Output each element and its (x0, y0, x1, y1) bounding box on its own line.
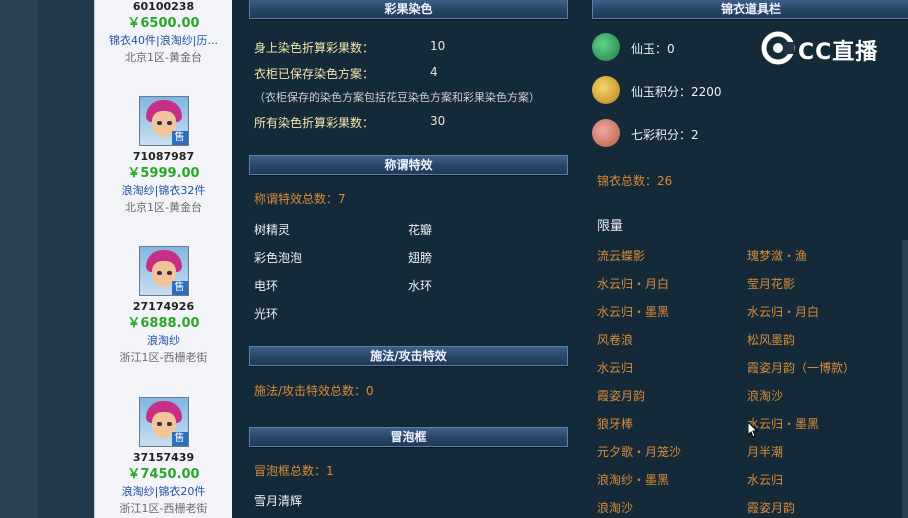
left-strip (38, 0, 94, 518)
jinyi-item: 水云归・月白 (597, 277, 670, 291)
character-avatar[interactable]: 售 (138, 397, 189, 447)
dye-note: （衣柜保存的染色方案包括花豆染色方案和彩果染色方案） (254, 91, 540, 104)
listing-item[interactable]: 售 71087987 ￥5999.00 浪淘纱|锦衣32件 北京1区-黄金台 (95, 96, 232, 216)
cc-live-logo-text: CC直播 (798, 40, 879, 65)
sale-badge: 售 (171, 281, 188, 295)
listing-item[interactable]: 60100238 ￥6500.00 锦衣40件|浪淘纱|历... 北京1区-黄金… (95, 0, 232, 66)
title-effects-total: 称谓特效总数：7 (254, 192, 346, 206)
section-header-dye: 彩果染色 (249, 0, 568, 19)
listing-desc[interactable]: 浪淘纱|锦衣32件 (95, 182, 232, 199)
listing-price: ￥6888.00 (127, 316, 200, 331)
qicai-points-icon (592, 119, 620, 147)
xianyu-icon (592, 33, 620, 61)
jinyi-item: 水云归 (747, 473, 784, 487)
xianyu-count: 仙玉：0 (631, 42, 675, 56)
title-effect-item: 花瓣 (408, 223, 433, 237)
jinyi-item: 浪淘沙 (597, 501, 634, 515)
listing-id: 27174926 (132, 300, 195, 313)
jinyi-item: 浪淘纱・墨黑 (597, 473, 670, 487)
jinyi-item: 浪淘沙 (747, 389, 784, 403)
title-effect-item: 电环 (254, 279, 279, 293)
xianyu-points-icon (592, 76, 620, 104)
listing-item[interactable]: 售 27174926 ￥6888.00 浪淘纱 浙江1区-西栅老街 (95, 246, 232, 366)
listing-price: ￥5999.00 (127, 166, 200, 181)
jinyi-item: 流云蝶影 (597, 249, 646, 263)
bubble-item: 雪月清辉 (254, 494, 303, 508)
dye-label: 所有染色折算彩果数： (254, 116, 375, 130)
jinyi-item: 霞姿月韵（一博款） (747, 361, 856, 375)
character-avatar[interactable]: 售 (138, 246, 189, 296)
spell-effects-total: 施法/攻击特效总数：0 (254, 384, 374, 398)
jinyi-item: 水云归・月白 (747, 305, 820, 319)
listing-price: ￥7450.00 (127, 467, 200, 482)
scrollbar[interactable] (902, 240, 908, 518)
listing-desc[interactable]: 浪淘纱|锦衣20件 (95, 483, 232, 500)
jinyi-item: 月半潮 (747, 445, 784, 459)
listing-id: 37157439 (132, 451, 195, 464)
jinyi-item: 元夕歌・月笼沙 (597, 445, 682, 459)
title-effect-item: 翅膀 (408, 251, 433, 265)
character-avatar[interactable]: 售 (138, 96, 189, 146)
title-effect-item: 彩色泡泡 (254, 251, 303, 265)
section-header-spell-effects: 施法/攻击特效 (249, 346, 568, 366)
listing-server: 北京1区-黄金台 (125, 51, 202, 64)
jinyi-item: 狼牙棒 (597, 417, 634, 431)
dye-label: 衣柜已保存染色方案： (254, 67, 375, 81)
listing-desc[interactable]: 浪淘纱 (95, 332, 232, 349)
jinyi-item: 霞姿月韵 (597, 389, 646, 403)
limited-label: 限量 (597, 219, 624, 234)
xianyu-points: 仙玉积分：2200 (631, 85, 722, 99)
dye-value: 4 (430, 65, 438, 79)
jinyi-total: 锦衣总数：26 (597, 174, 673, 188)
listing-panel: 60100238 ￥6500.00 锦衣40件|浪淘纱|历... 北京1区-黄金… (94, 0, 232, 518)
listing-id: 71087987 (132, 150, 195, 163)
listing-price: ￥6500.00 (127, 16, 200, 31)
title-effect-item: 树精灵 (254, 223, 291, 237)
section-header-bubble-frame: 冒泡框 (249, 427, 568, 447)
jinyi-item: 霞姿月韵 (747, 501, 796, 515)
jinyi-item: 瑰梦潋・渔 (747, 249, 808, 263)
dye-value: 30 (430, 114, 446, 128)
listing-desc[interactable]: 锦衣40件|浪淘纱|历... (95, 32, 232, 49)
jinyi-item: 松风墨韵 (747, 333, 796, 347)
title-effect-item: 水环 (408, 279, 433, 293)
dye-label: 身上染色折算彩果数： (254, 41, 375, 55)
jinyi-item: 水云归 (597, 361, 634, 375)
listing-id: 60100238 (132, 0, 195, 13)
sale-badge: 售 (171, 432, 188, 446)
jinyi-item: 莹月花影 (747, 277, 796, 291)
listing-server: 北京1区-黄金台 (125, 201, 202, 214)
jinyi-item: 水云归・墨黑 (597, 305, 670, 319)
sale-badge: 售 (171, 131, 188, 145)
cc-live-logo: CC直播 (760, 30, 890, 66)
dye-value: 10 (430, 39, 446, 53)
jinyi-item: 风卷浪 (597, 333, 634, 347)
listing-server: 浙江1区-西栅老街 (119, 351, 208, 364)
bubble-total: 冒泡框总数：1 (254, 464, 334, 478)
listing-item[interactable]: 售 37157439 ￥7450.00 浪淘纱|锦衣20件 浙江1区-西栅老街 (95, 397, 232, 517)
listing-server: 浙江1区-西栅老街 (119, 502, 208, 515)
qicai-points: 七彩积分：2 (631, 128, 699, 142)
section-header-jinyi: 锦衣道具栏 (592, 0, 908, 19)
mouse-cursor-icon (747, 420, 759, 438)
section-header-title-effects: 称谓特效 (249, 155, 568, 175)
title-effect-item: 光环 (254, 307, 279, 321)
